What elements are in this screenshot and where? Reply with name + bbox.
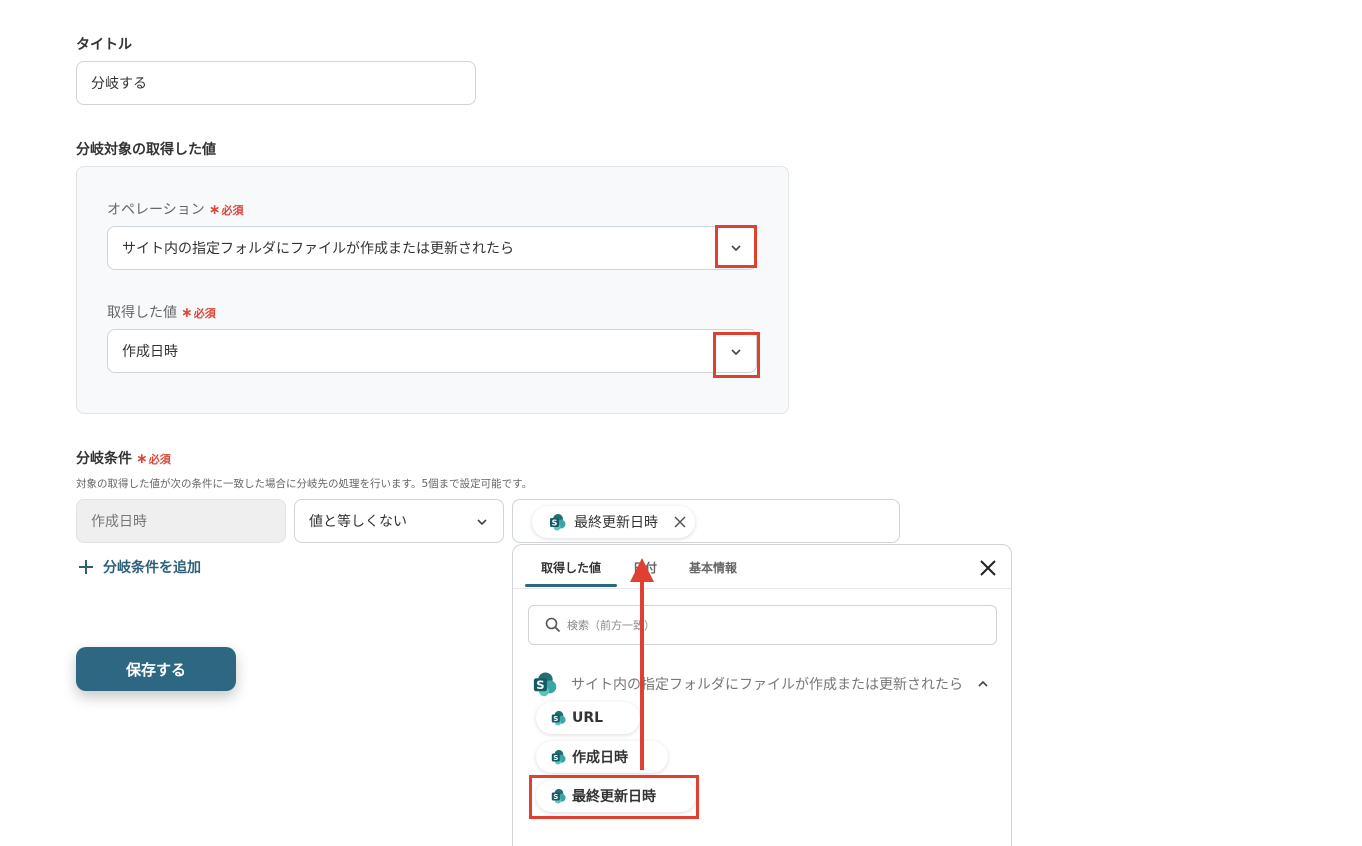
annotation-arrow-head	[630, 558, 654, 582]
add-condition-button[interactable]: 分岐条件を追加	[78, 557, 201, 577]
selected-value-chip[interactable]: S 最終更新日時	[532, 506, 695, 538]
plus-icon	[79, 560, 93, 574]
required-text: 必須	[148, 453, 171, 466]
sharepoint-icon: S	[551, 710, 566, 726]
highlight-box-operation	[715, 225, 757, 268]
required-text: 必須	[221, 204, 244, 217]
required-badge: ∗必須	[136, 451, 171, 467]
operation-select-value: サイト内の指定フォルダにファイルが作成または更新されたら	[122, 241, 514, 257]
picker-item-url[interactable]: S URL	[536, 702, 640, 734]
acquired-value-select-value: 作成日時	[122, 344, 178, 360]
chip-label: 最終更新日時	[574, 515, 658, 531]
svg-text:S: S	[552, 519, 558, 528]
picker-item-label: URL	[572, 710, 604, 726]
picker-item-created-date[interactable]: S 作成日時	[536, 741, 668, 773]
picker-search-input[interactable]: 検索（前方一致）	[528, 605, 997, 645]
condition-section-label: 分岐条件 ∗必須	[76, 448, 171, 468]
annotation-arrow-line	[640, 580, 644, 770]
chevron-down-icon[interactable]	[476, 516, 488, 528]
svg-text:S: S	[553, 753, 558, 762]
acquired-value-label: 取得した値 ∗必須	[107, 302, 216, 322]
save-button[interactable]: 保存する	[76, 647, 236, 691]
condition-field-readonly: 作成日時	[76, 499, 286, 543]
operation-select[interactable]: サイト内の指定フォルダにファイルが作成または更新されたら	[107, 226, 757, 270]
title-label: タイトル	[76, 37, 132, 53]
close-icon[interactable]	[979, 559, 997, 577]
svg-text:S: S	[536, 678, 544, 692]
picker-tabs: 取得した値 日付 基本情報	[513, 545, 1011, 589]
sharepoint-icon: S	[533, 672, 557, 697]
target-section-label: 分岐対象の取得した値	[76, 142, 216, 158]
picker-group-header[interactable]: S サイト内の指定フォルダにファイルが作成または更新されたら	[531, 671, 989, 697]
chevron-up-icon[interactable]	[977, 678, 989, 690]
condition-label-text: 分岐条件	[76, 451, 132, 467]
tab-acquired-value[interactable]: 取得した値	[541, 559, 601, 576]
acquired-value-select[interactable]: 作成日時	[107, 329, 757, 373]
required-badge: ∗必須	[208, 202, 244, 218]
close-icon[interactable]	[674, 516, 686, 528]
active-tab-indicator	[525, 584, 617, 587]
sharepoint-icon: S	[551, 749, 566, 765]
condition-help-text: 対象の取得した値が次の条件に一致した場合に分岐先の処理を行います。5個まで設定可…	[76, 478, 533, 490]
title-input[interactable]: 分岐する	[76, 61, 476, 105]
picker-group-label: サイト内の指定フォルダにファイルが作成または更新されたら	[571, 677, 963, 693]
operation-label: オペレーション ∗必須	[107, 199, 243, 219]
acquired-value-label-text: 取得した値	[107, 305, 177, 321]
sharepoint-icon: S	[550, 514, 566, 531]
add-condition-label: 分岐条件を追加	[103, 560, 201, 576]
condition-operator-select[interactable]: 値と等しくない	[294, 499, 504, 543]
condition-operator-value: 値と等しくない	[309, 514, 407, 530]
picker-item-label: 作成日時	[572, 750, 628, 766]
svg-text:S: S	[553, 714, 558, 723]
tab-basic-info[interactable]: 基本情報	[689, 559, 737, 576]
operation-label-text: オペレーション	[107, 202, 205, 218]
search-icon	[545, 617, 561, 633]
highlight-box-last-modified	[529, 775, 699, 819]
required-badge: ∗必須	[181, 305, 216, 321]
required-text: 必須	[193, 307, 216, 320]
value-picker-panel: 取得した値 日付 基本情報 検索（前方一致） S サイト内の指定フォルダにファイ…	[512, 544, 1012, 846]
highlight-box-acquired-value	[713, 332, 760, 378]
